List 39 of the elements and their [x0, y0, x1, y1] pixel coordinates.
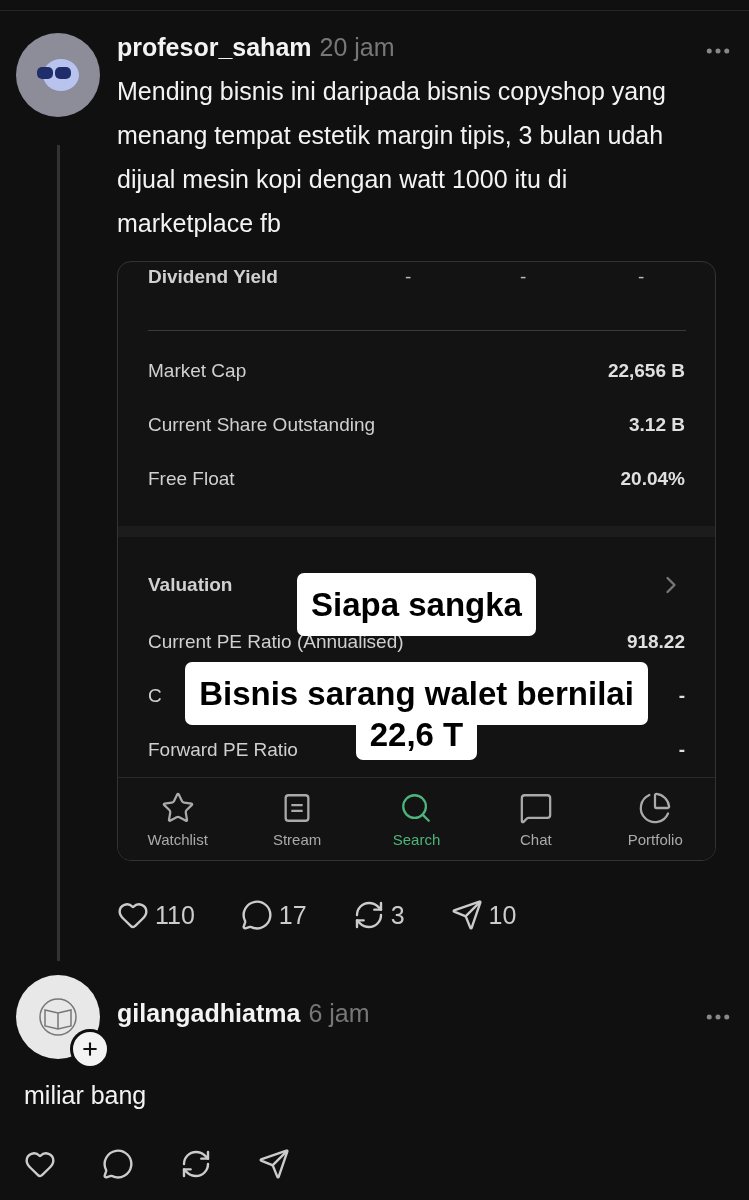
post-text: Mending bisnis ini daripada bisnis copyshop yang menang tempat estetik margin tipis, 3 bulan udah dijual mesin kopi dengan watt 1000 itu di marketplace fb: [117, 76, 667, 239]
stat-value: 3.12 B: [629, 413, 685, 436]
post-text: miliar bang: [24, 1081, 148, 1110]
stat-value: -: [678, 685, 685, 708]
nav-tab[interactable]: Chat: [485, 790, 586, 848]
action-count: 10: [488, 900, 517, 930]
comment-icon[interactable]: [102, 1148, 134, 1180]
action-count: 110: [155, 900, 195, 930]
send-icon[interactable]: [258, 1148, 290, 1180]
star-icon: [160, 790, 195, 825]
stat-label: C: [148, 685, 162, 708]
section-title: Valuation: [148, 573, 233, 596]
stat-value: -: [405, 266, 412, 288]
comment-icon[interactable]: [240, 899, 273, 931]
send-icon[interactable]: [450, 899, 483, 931]
username[interactable]: profesor_saham: [117, 33, 312, 62]
stat-label: Current Share Outstanding: [148, 413, 376, 436]
nav-tab[interactable]: Search: [366, 790, 467, 848]
nav-tab[interactable]: Portfolio: [605, 790, 706, 848]
stat-label: Free Float: [148, 467, 235, 490]
username[interactable]: gilangadhiatma: [117, 999, 301, 1028]
stat-value: -: [520, 266, 527, 288]
stat-value: 22,656 B: [607, 360, 685, 382]
action-count: 17: [278, 900, 307, 930]
nav-tab[interactable]: Stream: [247, 790, 348, 848]
stat-value: 20.04%: [620, 467, 685, 490]
post-time: 6 jam: [308, 999, 370, 1028]
stat-label: Dividend Yield: [148, 266, 278, 288]
stat-label: Forward PE Ratio: [148, 739, 298, 762]
stat-value: -: [638, 266, 645, 288]
stat-label: Market Cap: [148, 360, 247, 382]
stat-value: -: [678, 739, 685, 762]
caption-text: Siapa sangka: [297, 573, 536, 636]
repost-icon[interactable]: [180, 1148, 212, 1180]
post-time: 20 jam: [319, 33, 395, 62]
nav-tab[interactable]: Watchlist: [127, 790, 228, 848]
pie-chart-icon: [638, 790, 673, 825]
action-count: 3: [390, 900, 405, 930]
stat-value: 918.22: [626, 631, 685, 654]
